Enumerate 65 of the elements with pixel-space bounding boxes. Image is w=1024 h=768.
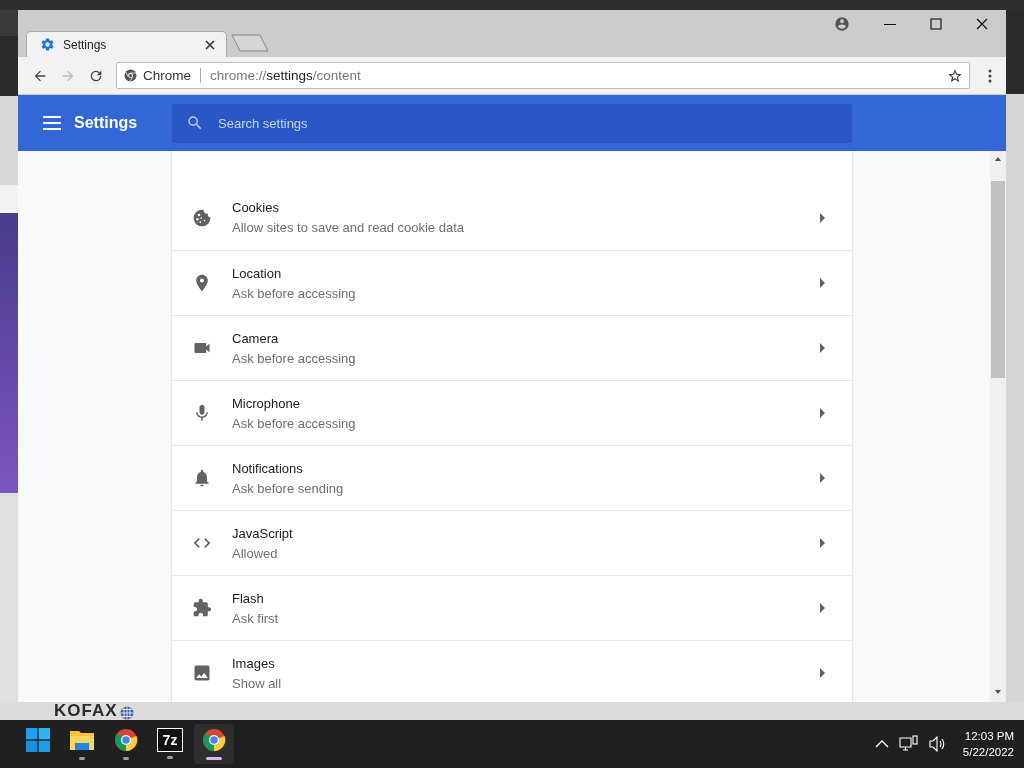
chrome-logo-icon[interactable] [202,728,226,752]
settings-row[interactable]: Microphone Ask before accessing [172,380,852,445]
search-field[interactable]: Search settings [172,103,852,143]
bell-icon [192,468,212,488]
tab-title: Settings [63,37,108,52]
row-title: Camera [232,330,280,346]
row-title: Cookies [232,200,280,215]
windows-logo-icon[interactable] [26,728,50,752]
settings-row[interactable]: JavaScript Allowed [172,510,852,575]
row-title: Notifications [232,460,304,476]
row-subtitle: Allow sites to save and read cookie data [232,220,465,235]
chrome-logo-icon [124,69,137,82]
archiver-icon[interactable]: 7z [158,729,182,751]
site-label: Chrome [143,68,191,83]
row-subtitle: Ask first [232,610,280,626]
maximize-icon[interactable] [930,18,942,30]
row-subtitle: Allowed [232,545,279,561]
address-bar[interactable]: Chrome chrome://settings/content [116,62,970,89]
settings-title: Settings [74,114,138,132]
image-icon [192,663,212,683]
chevron-up-icon[interactable] [874,739,889,749]
chevron-right-icon [820,538,826,548]
cookie-icon [192,207,212,228]
chevron-right-icon [820,408,826,418]
row-title: Microphone [232,395,301,411]
row-title: Images [232,655,276,671]
row-title: Location [232,265,283,281]
settings-row[interactable]: Flash Ask first [172,575,852,640]
row-title: Flash [232,590,265,606]
settings-row[interactable]: Cookies Allow sites to save and read cookie data [172,185,852,250]
chevron-right-icon [820,343,826,353]
url-text: chrome://settings/content [210,68,361,83]
globe-icon [119,706,134,720]
clock-button[interactable]: 12:03 PM 5/22/2022 [956,728,1014,760]
taskbar-button[interactable] [194,724,234,764]
settings-row[interactable]: Camera Ask before accessing [172,315,852,380]
folder-icon[interactable] [69,728,95,752]
puzzle-piece-icon [192,598,212,618]
chevron-right-icon [820,603,826,613]
close-icon[interactable] [204,38,216,51]
row-subtitle: Ask before accessing [232,350,357,366]
row-subtitle: Ask before sending [232,480,345,496]
row-subtitle: Ask before accessing [232,285,357,301]
menu-icon[interactable] [43,116,61,130]
chrome-logo-icon[interactable] [114,728,138,752]
row-subtitle: Show all [232,675,283,691]
chevron-right-icon [820,668,826,678]
settings-row[interactable]: Location Ask before accessing [172,250,852,315]
settings-icon [40,37,55,52]
row-title: JavaScript [232,525,294,541]
settings-row[interactable]: Notifications Ask before sending [172,445,852,510]
profile-icon[interactable] [834,16,850,32]
logo-text: KOFAX [54,702,118,720]
more-menu-icon[interactable] [988,68,992,83]
close-icon[interactable] [976,18,988,30]
scrollbar[interactable] [990,151,1006,702]
browser-tab[interactable]: Settings [26,31,227,57]
row-subtitle: Ask before accessing [232,415,357,431]
chevron-right-icon [820,212,826,223]
star-icon[interactable] [947,67,963,84]
taskbar-button[interactable]: 7z [150,724,190,764]
network-icon[interactable] [898,735,919,753]
chevron-right-icon [820,473,826,483]
chevron-right-icon [820,278,826,288]
speaker-icon[interactable] [928,736,947,752]
